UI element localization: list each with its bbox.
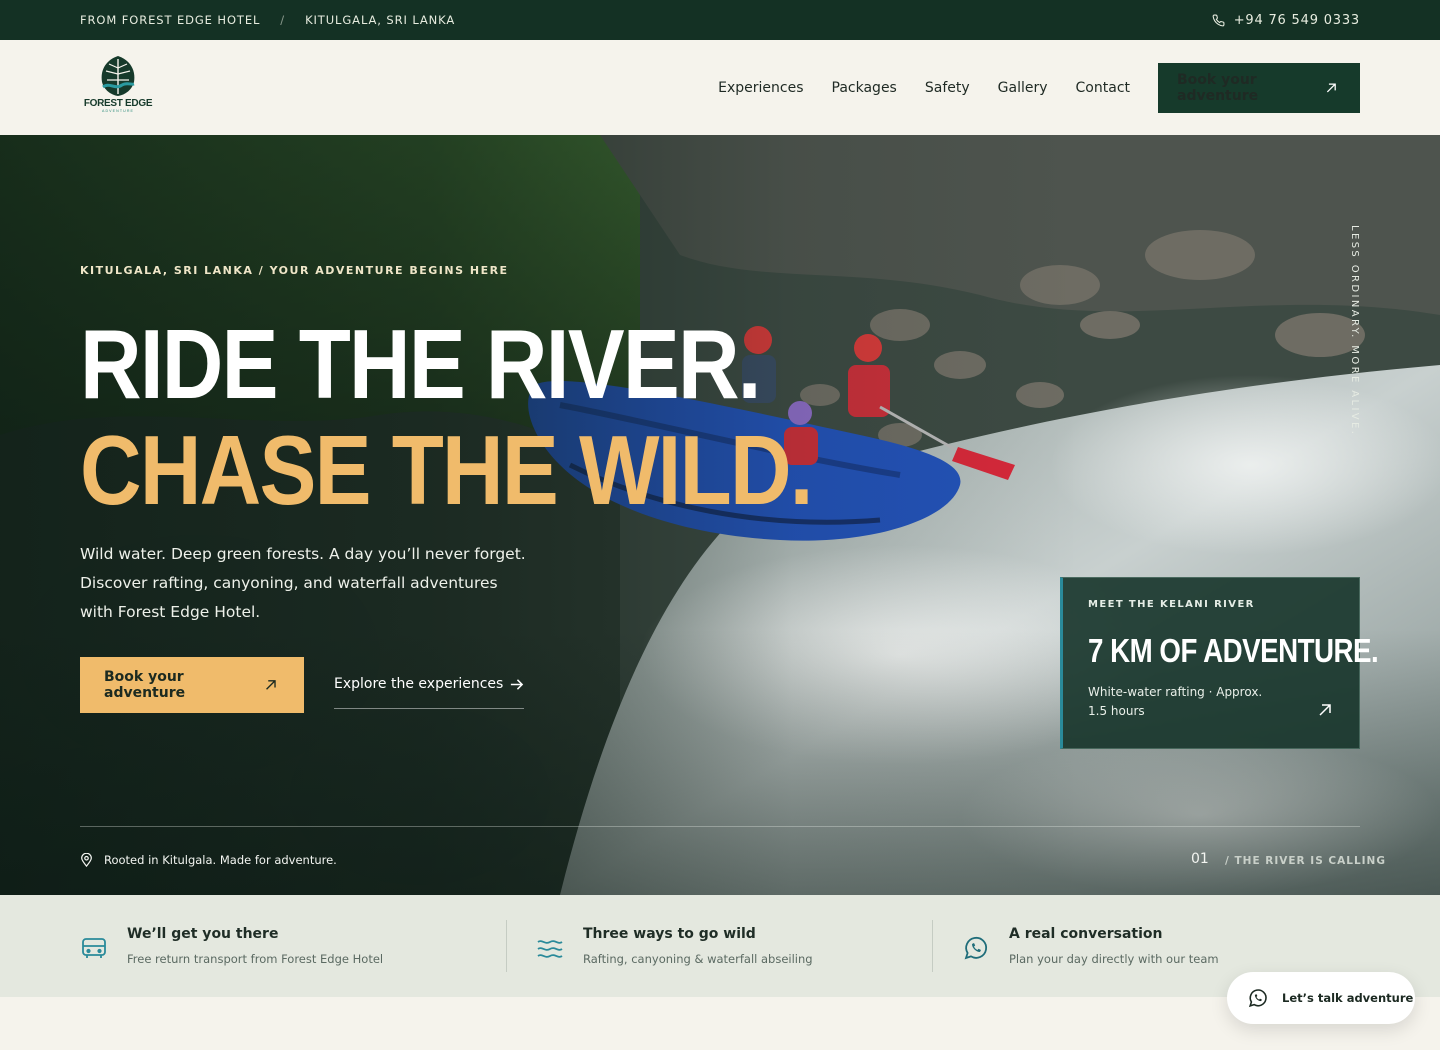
hero-lead: Wild water. Deep green forests. A day yo… <box>80 545 526 621</box>
phone-link[interactable]: +94 76 549 0333 <box>1212 13 1360 28</box>
explore-experiences-label: Explore the experiences <box>334 676 504 692</box>
hero-headline-line-1: RIDE THE RIVER. <box>80 309 761 419</box>
feature-divider <box>932 920 933 972</box>
map-pin-icon <box>81 853 92 867</box>
arrow-right-icon <box>510 679 524 690</box>
top-bar: FROM FOREST EDGE HOTEL / KITULGALA, SRI … <box>0 0 1440 40</box>
logo-name: FOREST EDGE <box>83 97 153 109</box>
logo-tagline: ADVENTURE <box>101 108 135 113</box>
arrow-up-right-icon <box>1327 82 1337 92</box>
vertical-tagline: LESS ORDINARY. MORE ALIVE. <box>1349 225 1360 437</box>
phone-icon <box>1212 14 1225 26</box>
book-adventure-button[interactable]: Book your adventure <box>1158 62 1360 113</box>
feature-subtitle: Free return transport from Forest Edge H… <box>127 952 384 966</box>
logo[interactable]: FOREST EDGE ADVENTURE <box>82 54 154 122</box>
card-title: 7 KM OF ADVENTURE. <box>1088 632 1379 669</box>
hero-headline-line-2: CHASE THE WILD. <box>80 415 813 525</box>
whatsapp-icon <box>1248 989 1267 1008</box>
card-description: White-water rafting · Approx. 1.5 hours <box>1088 685 1263 718</box>
site-header: FOREST EDGE ADVENTURE Experiences Packag… <box>0 40 1440 135</box>
feature-transport: We’ll get you there Free return transpor… <box>80 895 383 997</box>
arrow-up-right-icon[interactable] <box>1317 702 1333 718</box>
waves-icon <box>537 940 563 958</box>
feature-divider <box>506 920 507 972</box>
hero-eyebrow: KITULGALA, SRI LANKA / YOUR ADVENTURE BE… <box>80 264 509 277</box>
location-label: KITULGALA, SRI LANKA <box>305 13 456 27</box>
hero-divider <box>80 826 1360 827</box>
feature-subtitle: Plan your day directly with our team <box>1009 952 1219 966</box>
slide-caption: / THE RIVER IS CALLING <box>1225 855 1386 867</box>
bus-icon <box>82 938 106 958</box>
slide-number: 01 <box>1191 851 1209 867</box>
feature-experiences: Three ways to go wild Rafting, canyoning… <box>536 895 813 997</box>
next-section <box>0 997 1440 1050</box>
feature-title: Three ways to go wild <box>583 926 756 942</box>
nav-contact[interactable]: Contact <box>1076 80 1130 96</box>
kelani-river-card[interactable]: MEET THE KELANI RIVER 7 KM OF ADVENTURE.… <box>1060 577 1379 749</box>
nav-packages[interactable]: Packages <box>832 80 897 96</box>
feature-subtitle: Rafting, canyoning & waterfall abseiling <box>583 952 813 966</box>
explore-experiences-link[interactable]: Explore the experiences <box>334 671 524 709</box>
feature-title: A real conversation <box>1009 926 1163 942</box>
nav-gallery[interactable]: Gallery <box>998 80 1048 96</box>
whatsapp-chat-button[interactable]: Let’s talk adventure <box>1227 972 1415 1024</box>
card-kicker: MEET THE KELANI RIVER <box>1088 599 1255 610</box>
top-bar-left: FROM FOREST EDGE HOTEL / KITULGALA, SRI … <box>80 13 455 27</box>
main-nav: Experiences Packages Safety Gallery Cont… <box>718 62 1360 113</box>
hero-book-adventure-label: Book your adventure <box>104 669 186 701</box>
nav-experiences[interactable]: Experiences <box>718 80 803 96</box>
feature-conversation: A real conversation Plan your day direct… <box>962 895 1219 997</box>
nav-safety[interactable]: Safety <box>925 80 970 96</box>
rooted-note: Rooted in Kitulgala. Made for adventure. <box>80 853 337 867</box>
whatsapp-icon <box>964 936 988 960</box>
phone-number: +94 76 549 0333 <box>1233 12 1360 28</box>
arrow-up-right-icon <box>266 680 277 690</box>
hero-section: KITULGALA, SRI LANKA / YOUR ADVENTURE BE… <box>0 135 1440 895</box>
separator: / <box>280 13 286 27</box>
feature-title: We’ll get you there <box>127 926 279 942</box>
book-adventure-label: Book your adventure <box>1177 71 1259 104</box>
hero-book-adventure-button[interactable]: Book your adventure <box>80 657 304 713</box>
leaf-logo-icon <box>101 55 135 96</box>
hotel-label: FROM FOREST EDGE HOTEL <box>80 13 261 27</box>
rooted-text: Rooted in Kitulgala. Made for adventure. <box>104 853 337 867</box>
features-strip: We’ll get you there Free return transpor… <box>0 895 1440 997</box>
chat-label: Let’s talk adventure <box>1282 991 1414 1005</box>
